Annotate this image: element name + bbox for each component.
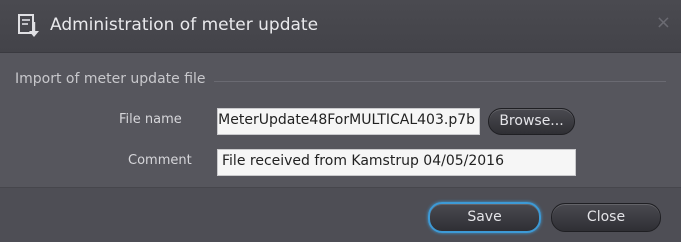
close-window-icon[interactable]: × — [656, 14, 671, 32]
dialog-body: Import of meter update file File name Me… — [0, 53, 681, 187]
import-document-icon — [17, 14, 39, 38]
browse-button[interactable]: Browse... — [488, 108, 575, 135]
dialog-footer: Save Close — [0, 187, 681, 242]
title-bar: Administration of meter update × — [0, 0, 681, 53]
meter-update-dialog: Administration of meter update × Import … — [0, 0, 681, 242]
comment-field[interactable]: File received from Kamstrup 04/05/2016 — [217, 149, 576, 176]
comment-label: Comment — [128, 153, 192, 168]
close-button[interactable]: Close — [551, 203, 661, 232]
group-label: Import of meter update file — [15, 71, 214, 87]
dialog-title: Administration of meter update — [50, 15, 319, 35]
save-button[interactable]: Save — [428, 202, 541, 233]
file-name-field[interactable]: MeterUpdate48ForMULTICAL403.p7b — [217, 108, 480, 135]
file-name-label: File name — [119, 112, 182, 127]
file-name-value: MeterUpdate48ForMULTICAL403.p7b — [218, 112, 475, 128]
